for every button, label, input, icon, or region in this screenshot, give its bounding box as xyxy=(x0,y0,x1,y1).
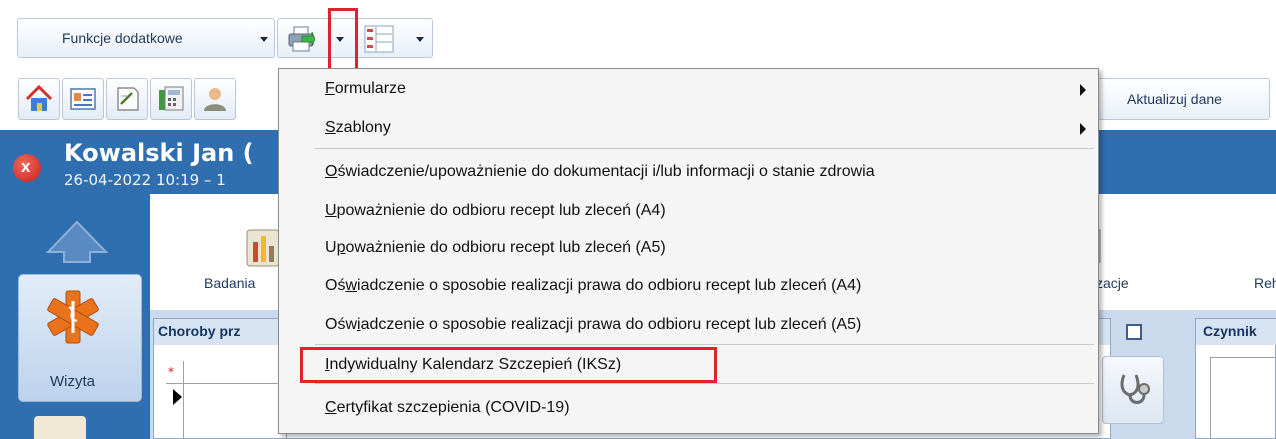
row-pointer-icon xyxy=(173,389,182,405)
close-icon: x xyxy=(21,157,31,176)
czynniki-panel: Czynnik xyxy=(1195,318,1276,439)
menu-item-certyfikat-covid[interactable]: Certyfikat szczepienia (COVID-19) xyxy=(279,392,1098,425)
czynniki-panel-title: Czynnik xyxy=(1203,323,1257,339)
chevron-right-icon xyxy=(1080,123,1086,135)
home-button[interactable] xyxy=(18,78,60,120)
menu-item-formularze[interactable]: Formularze xyxy=(279,73,1098,106)
patient-card-icon xyxy=(70,88,96,110)
choroby-panel-title: Choroby prz xyxy=(158,323,241,339)
czynniki-grid xyxy=(1210,357,1276,439)
funkcje-dodatkowe-label: Funkcje dodatkowe xyxy=(62,30,183,46)
chevron-right-icon xyxy=(1080,84,1086,96)
menu-item-oswiadczenie-realizacja-a4[interactable]: Oświadczenie o sposobie realizacji prawa… xyxy=(279,270,1098,303)
visit-datetime: 26-04-2022 10:19 – 1 xyxy=(64,171,226,189)
next-nav-button[interactable] xyxy=(34,416,86,439)
menu-item-label: Oświadczenie/upoważnienie do dokumentacj… xyxy=(325,163,875,180)
printer-icon[interactable] xyxy=(287,26,315,52)
rehabilitacja-label[interactable]: Reh xyxy=(1254,275,1276,291)
calculator-icon xyxy=(159,86,184,111)
aktualizuj-dane-label: Aktualizuj dane xyxy=(1127,91,1222,107)
menu-item-upowaznienie-recepty-a4[interactable]: Upoważnienie do odbioru recept lub zlece… xyxy=(279,195,1098,228)
menu-item-oswiadczenie-upowaznienie-dokumentacja[interactable]: Oświadczenie/upoważnienie do dokumentacj… xyxy=(279,156,1098,189)
patient-name: Kowalski Jan ( xyxy=(64,139,254,167)
menu-separator xyxy=(315,383,1094,384)
highlight-box-print-arrow xyxy=(328,8,358,71)
stethoscope-icon xyxy=(1120,374,1150,404)
menu-item-label: Upoważnienie do odbioru recept lub zlece… xyxy=(325,239,666,256)
calculator-button[interactable] xyxy=(150,78,192,120)
menu-item-label: Oświadczenie o sposobie realizacji prawa… xyxy=(325,277,862,294)
highlight-box-iksz xyxy=(300,347,717,383)
notes-button[interactable] xyxy=(106,78,148,120)
aktualizuj-dane-button[interactable]: Aktualizuj dane xyxy=(1090,78,1270,120)
lab-tests-icon xyxy=(246,229,280,267)
user-button[interactable] xyxy=(194,78,236,120)
user-icon xyxy=(204,88,226,111)
close-visit-button[interactable]: x xyxy=(13,154,41,182)
new-row-marker: * xyxy=(168,365,174,379)
patient-card-button[interactable] xyxy=(62,78,104,120)
grid-row-divider xyxy=(166,383,286,384)
stethoscope-button[interactable] xyxy=(1102,356,1164,424)
wizyta-label: Wizyta xyxy=(50,373,95,390)
czynniki-panel-header: Czynnik xyxy=(1196,319,1276,345)
menu-item-label: Upoważnienie do odbioru recept lub zlece… xyxy=(325,202,666,219)
scroll-up-icon[interactable] xyxy=(44,218,110,264)
badania-label[interactable]: Badania xyxy=(204,275,255,291)
notes-icon xyxy=(117,87,139,111)
layout-dropdown-arrow-icon[interactable] xyxy=(416,37,424,42)
medical-star-icon xyxy=(47,290,99,344)
layout-list-icon[interactable] xyxy=(364,25,394,53)
menu-item-label: Oświadczenie o sposobie realizacji prawa… xyxy=(325,316,862,333)
menu-item-label: Certyfikat szczepienia (COVID-19) xyxy=(325,399,570,416)
chevron-down-icon xyxy=(260,37,268,42)
menu-separator xyxy=(315,148,1094,149)
wizyta-nav-button[interactable]: Wizyta xyxy=(18,274,142,402)
menu-item-upowaznienie-recepty-a5[interactable]: Upoważnienie do odbioru recept lub zlece… xyxy=(279,232,1098,265)
menu-separator xyxy=(315,344,1094,345)
funkcje-dodatkowe-dropdown[interactable]: Funkcje dodatkowe xyxy=(17,18,275,58)
menu-item-oswiadczenie-realizacja-a5[interactable]: Oświadczenie o sposobie realizacji prawa… xyxy=(279,309,1098,342)
panel-checkbox[interactable] xyxy=(1126,324,1142,340)
menu-item-szablony[interactable]: Szablony xyxy=(279,112,1098,145)
menu-item-label: Formularze xyxy=(325,80,406,97)
menu-item-label: Szablony xyxy=(325,119,391,136)
home-icon xyxy=(25,84,53,111)
